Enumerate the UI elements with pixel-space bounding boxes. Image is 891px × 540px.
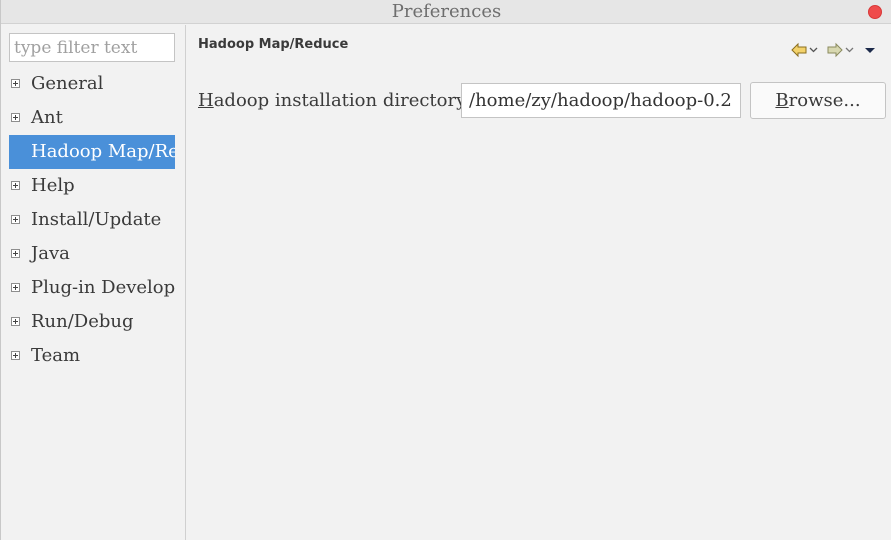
back-arrow-icon [791,42,818,58]
tree-item-plug-in-development[interactable]: Plug-in Development [9,271,175,305]
tree-item-label: Help [31,175,75,196]
expand-icon[interactable] [11,113,20,122]
tree-item-java[interactable]: Java [9,237,175,271]
tree-item-label: Java [31,243,70,264]
title-bar: Preferences [1,0,891,24]
expand-icon[interactable] [11,215,20,224]
tree-item-general[interactable]: General [9,67,175,101]
preferences-tree: General Ant Hadoop Map/Reduce Help Insta… [9,67,175,373]
close-window-button[interactable] [868,5,882,19]
label-mnemonic: H [198,90,214,111]
tree-item-label: Ant [31,107,63,128]
expand-icon[interactable] [11,249,20,258]
forward-arrow-icon [827,42,854,58]
expand-icon[interactable] [11,317,20,326]
tree-item-label: General [31,73,104,94]
back-button[interactable] [791,42,819,58]
filter-input[interactable] [9,33,175,62]
preferences-sidebar: General Ant Hadoop Map/Reduce Help Insta… [1,25,186,540]
tree-item-label: Run/Debug [31,311,134,332]
tree-item-label: Team [31,345,81,366]
install-directory-input[interactable] [461,83,741,118]
view-menu-button[interactable] [863,42,877,58]
tree-item-team[interactable]: Team [9,339,175,373]
forward-button[interactable] [827,42,855,58]
expand-icon[interactable] [11,283,20,292]
page-title: Hadoop Map/Reduce [198,37,349,52]
browse-label: rowse... [788,90,861,111]
browse-mnemonic: B [775,90,789,111]
tree-item-label: Install/Update [31,209,162,230]
tree-item-hadoop-map-reduce[interactable]: Hadoop Map/Reduce [9,135,175,169]
window-title: Preferences [391,1,502,22]
expand-icon[interactable] [11,79,20,88]
preference-page: Hadoop Map/Reduce Hadoop installation di… [187,25,891,540]
label-text: adoop installation directory: [213,90,473,111]
tree-item-ant[interactable]: Ant [9,101,175,135]
expand-icon[interactable] [11,181,20,190]
tree-item-run-debug[interactable]: Run/Debug [9,305,175,339]
preferences-window: Preferences General Ant Hadoop Map/Reduc… [0,0,891,540]
tree-item-label: Hadoop Map/Reduce [31,141,175,162]
tree-item-help[interactable]: Help [9,169,175,203]
page-navigation-toolbar [783,39,877,61]
tree-item-label: Plug-in Development [31,277,175,298]
tree-item-install-update[interactable]: Install/Update [9,203,175,237]
browse-button[interactable]: Browse... [750,82,886,119]
expand-icon[interactable] [11,351,20,360]
install-directory-label: Hadoop installation directory: [198,90,472,111]
view-menu-icon [865,48,875,53]
